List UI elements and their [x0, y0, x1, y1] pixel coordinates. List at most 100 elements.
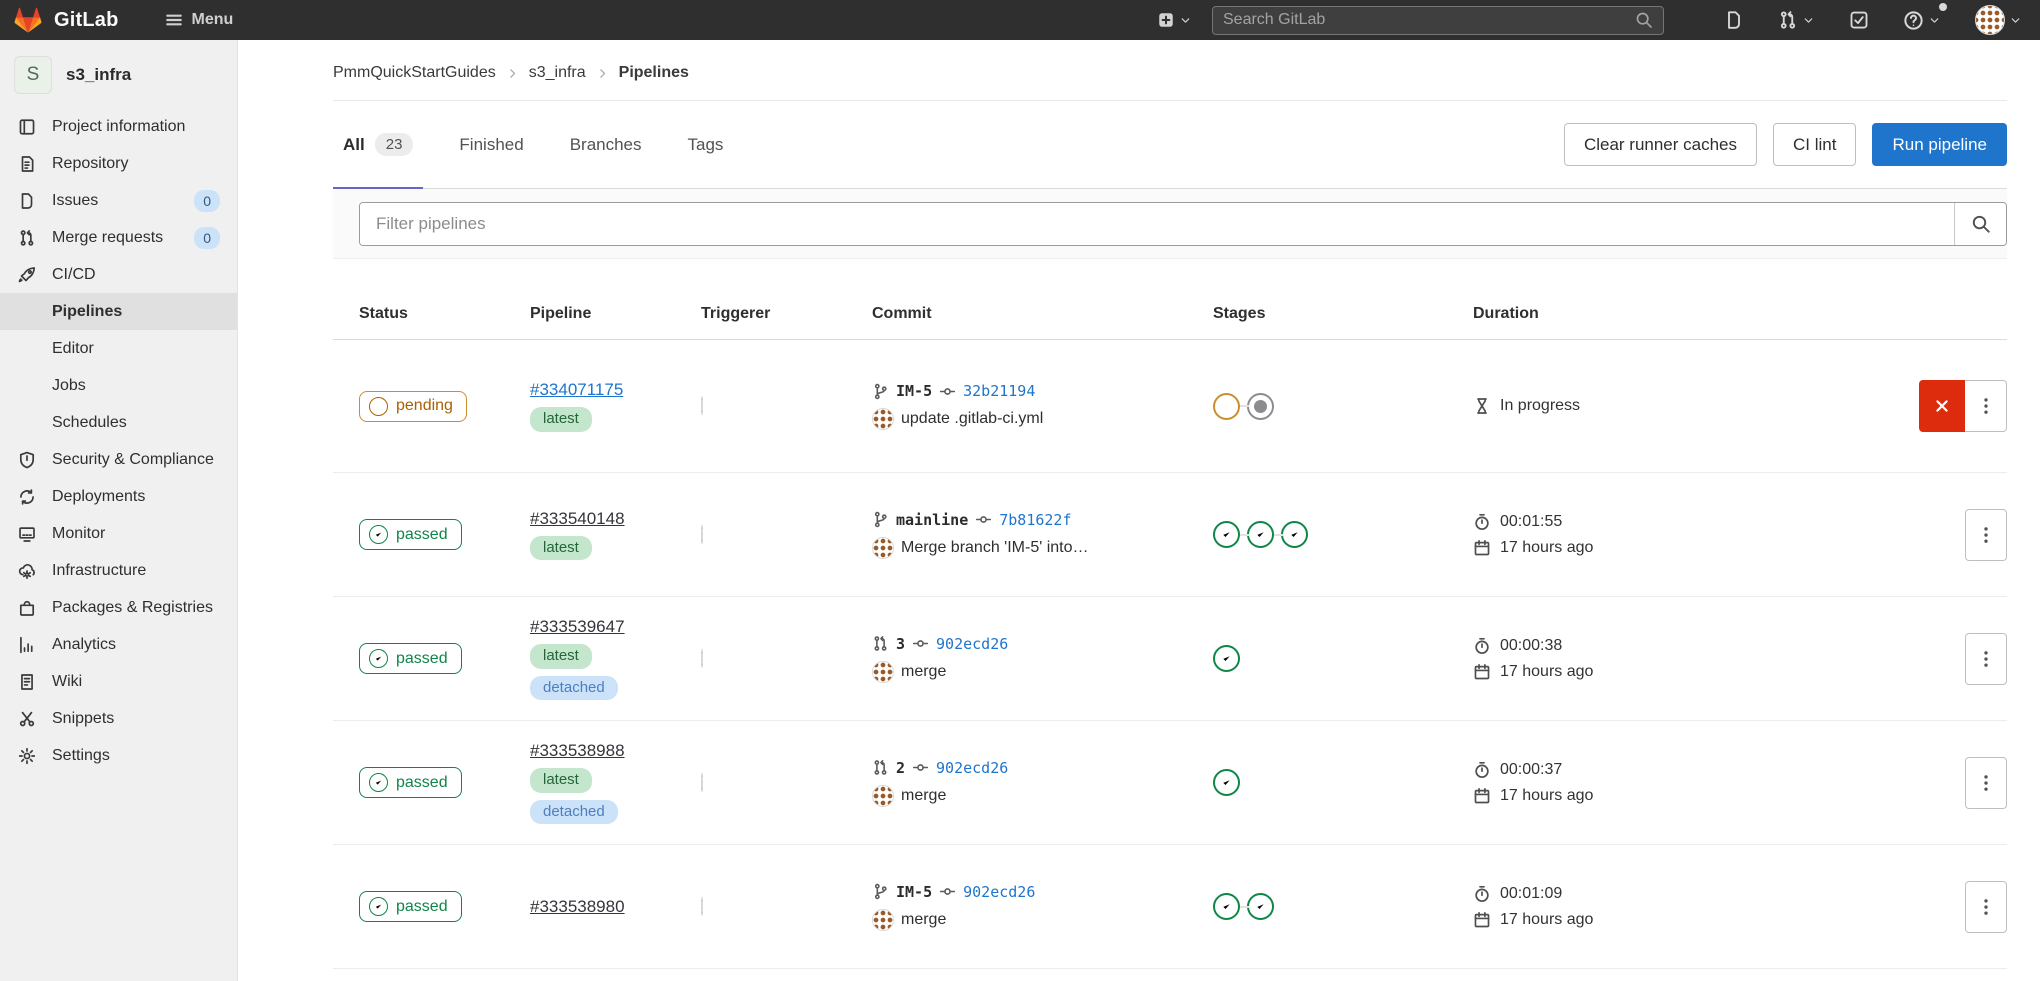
status-badge[interactable]: passed: [359, 891, 462, 922]
stage-passed-icon[interactable]: [1247, 521, 1274, 548]
breadcrumb-item-pmmquickstartguides[interactable]: PmmQuickStartGuides: [333, 64, 496, 82]
sidebar-item-project-information[interactable]: Project information: [0, 108, 237, 145]
commit-sha-link[interactable]: 7b81622f: [999, 511, 1071, 529]
row-menu-button[interactable]: [1965, 380, 2007, 432]
menu-button[interactable]: Menu: [165, 11, 234, 29]
sidebar-item-analytics[interactable]: Analytics: [0, 626, 237, 663]
commit-message-link[interactable]: merge: [901, 663, 946, 681]
sidebar-item-deployments[interactable]: Deployments: [0, 478, 237, 515]
commit-author-avatar[interactable]: [872, 909, 894, 931]
sidebar-item-issues[interactable]: Issues0: [0, 182, 237, 219]
run-pipeline-button[interactable]: Run pipeline: [1872, 123, 2007, 166]
triggerer-avatar[interactable]: [701, 773, 703, 792]
detached-badge[interactable]: detached: [530, 800, 618, 825]
pipeline-id-link[interactable]: #333539647: [530, 617, 625, 637]
commit-author-avatar[interactable]: [872, 785, 894, 807]
sidebar-item-merge-requests[interactable]: Merge requests0: [0, 219, 237, 256]
commit-sha-link[interactable]: 902ecd26: [936, 759, 1008, 777]
sidebar-item-jobs[interactable]: Jobs: [0, 367, 237, 404]
stage-passed-icon[interactable]: [1213, 769, 1240, 796]
row-menu-button[interactable]: [1965, 757, 2007, 809]
stage-passed-icon[interactable]: [1213, 521, 1240, 548]
ref-link[interactable]: IM-5: [896, 883, 932, 901]
triggerer-avatar[interactable]: [701, 649, 703, 668]
commit-author-avatar[interactable]: [872, 537, 894, 559]
sidebar-item-infrastructure[interactable]: Infrastructure: [0, 552, 237, 589]
cancel-pipeline-button[interactable]: [1919, 380, 1965, 432]
commit-message-link[interactable]: update .gitlab-ci.yml: [901, 410, 1043, 428]
latest-badge[interactable]: latest: [530, 536, 592, 561]
gitlab-logo[interactable]: GitLab: [14, 6, 119, 34]
filter-pipelines-input[interactable]: [360, 203, 1954, 245]
commit-author-avatar[interactable]: [872, 661, 894, 683]
sidebar-item-wiki[interactable]: Wiki: [0, 663, 237, 700]
user-menu[interactable]: [1971, 1, 2026, 39]
detached-badge[interactable]: detached: [530, 676, 618, 701]
breadcrumb-item-s3-infra[interactable]: s3_infra: [529, 64, 586, 82]
sidebar-item-packages-registries[interactable]: Packages & Registries: [0, 589, 237, 626]
tab-all[interactable]: All23: [333, 101, 423, 188]
triggerer-avatar[interactable]: [701, 525, 703, 544]
status-badge[interactable]: passed: [359, 519, 462, 550]
latest-badge[interactable]: latest: [530, 768, 592, 793]
stage-passed-icon[interactable]: [1213, 645, 1240, 672]
pipeline-id-link[interactable]: #333538980: [530, 897, 625, 917]
triggerer-avatar[interactable]: [701, 396, 703, 415]
status-badge[interactable]: pending: [359, 391, 467, 422]
sidebar-item-monitor[interactable]: Monitor: [0, 515, 237, 552]
stage-passed-icon[interactable]: [1213, 893, 1240, 920]
ci-lint-button[interactable]: CI lint: [1773, 123, 1856, 166]
row-menu-button[interactable]: [1965, 881, 2007, 933]
commit-message-link[interactable]: merge: [901, 787, 946, 805]
commit-message-link[interactable]: Merge branch 'IM-5' into…: [901, 539, 1089, 557]
sidebar-item-settings[interactable]: Settings: [0, 737, 237, 774]
sidebar-item-repository[interactable]: Repository: [0, 145, 237, 182]
pipeline-id-link[interactable]: #333538988: [530, 741, 625, 761]
status-badge[interactable]: passed: [359, 767, 462, 798]
commit-message-link[interactable]: merge: [901, 911, 946, 929]
clear-runner-caches-button[interactable]: Clear runner caches: [1564, 123, 1757, 166]
ref-link[interactable]: mainline: [896, 511, 968, 529]
commit-author-avatar[interactable]: [872, 408, 894, 430]
row-menu-button[interactable]: [1965, 633, 2007, 685]
ref-link[interactable]: IM-5: [896, 382, 932, 400]
triggerer-avatar[interactable]: [701, 897, 703, 916]
sidebar-item-snippets[interactable]: Snippets: [0, 700, 237, 737]
issues-icon[interactable]: [1720, 6, 1748, 34]
pipeline-id-link[interactable]: #334071175: [530, 380, 623, 400]
latest-badge[interactable]: latest: [530, 644, 592, 669]
row-menu-button[interactable]: [1965, 509, 2007, 561]
stage-passed-icon[interactable]: [1247, 893, 1274, 920]
tab-tags[interactable]: Tags: [678, 101, 734, 188]
stage-manual-icon[interactable]: [1247, 393, 1274, 420]
global-search: [1212, 6, 1664, 35]
merge-requests-menu[interactable]: [1774, 6, 1819, 34]
todos-icon[interactable]: [1845, 6, 1873, 34]
sidebar-item-schedules[interactable]: Schedules: [0, 404, 237, 441]
ref-link[interactable]: 2: [896, 759, 905, 777]
global-search-input[interactable]: [1223, 11, 1635, 29]
filter-search-button[interactable]: [1954, 203, 2006, 245]
pipeline-row: pending #334071175 latest IM-5 32b21194 updat…: [333, 340, 2007, 473]
sidebar-item-editor[interactable]: Editor: [0, 330, 237, 367]
pipeline-id-link[interactable]: #333540148: [530, 509, 625, 529]
ref-link[interactable]: 3: [896, 635, 905, 653]
commit-sha-link[interactable]: 902ecd26: [936, 635, 1008, 653]
status-badge[interactable]: passed: [359, 643, 462, 674]
column-header-commit: Commit: [872, 305, 1213, 323]
help-menu[interactable]: [1899, 6, 1945, 35]
breadcrumb: PmmQuickStartGuidess3_infraPipelines: [333, 40, 2007, 101]
commit-sha-link[interactable]: 902ecd26: [963, 883, 1035, 901]
sidebar-project-link[interactable]: S s3_infra: [0, 48, 237, 108]
new-menu-button[interactable]: [1153, 7, 1196, 33]
sidebar-item-security-compliance[interactable]: Security & Compliance: [0, 441, 237, 478]
commit-sha-link[interactable]: 32b21194: [963, 382, 1035, 400]
latest-badge[interactable]: latest: [530, 407, 592, 432]
stage-passed-icon[interactable]: [1281, 521, 1308, 548]
tab-finished[interactable]: Finished: [449, 101, 533, 188]
row-actions-cell: [1877, 757, 2007, 809]
sidebar-item-ci-cd[interactable]: CI/CD: [0, 256, 237, 293]
stage-pending-icon[interactable]: [1213, 393, 1240, 420]
sidebar-item-pipelines[interactable]: Pipelines: [0, 293, 237, 330]
tab-branches[interactable]: Branches: [560, 101, 652, 188]
